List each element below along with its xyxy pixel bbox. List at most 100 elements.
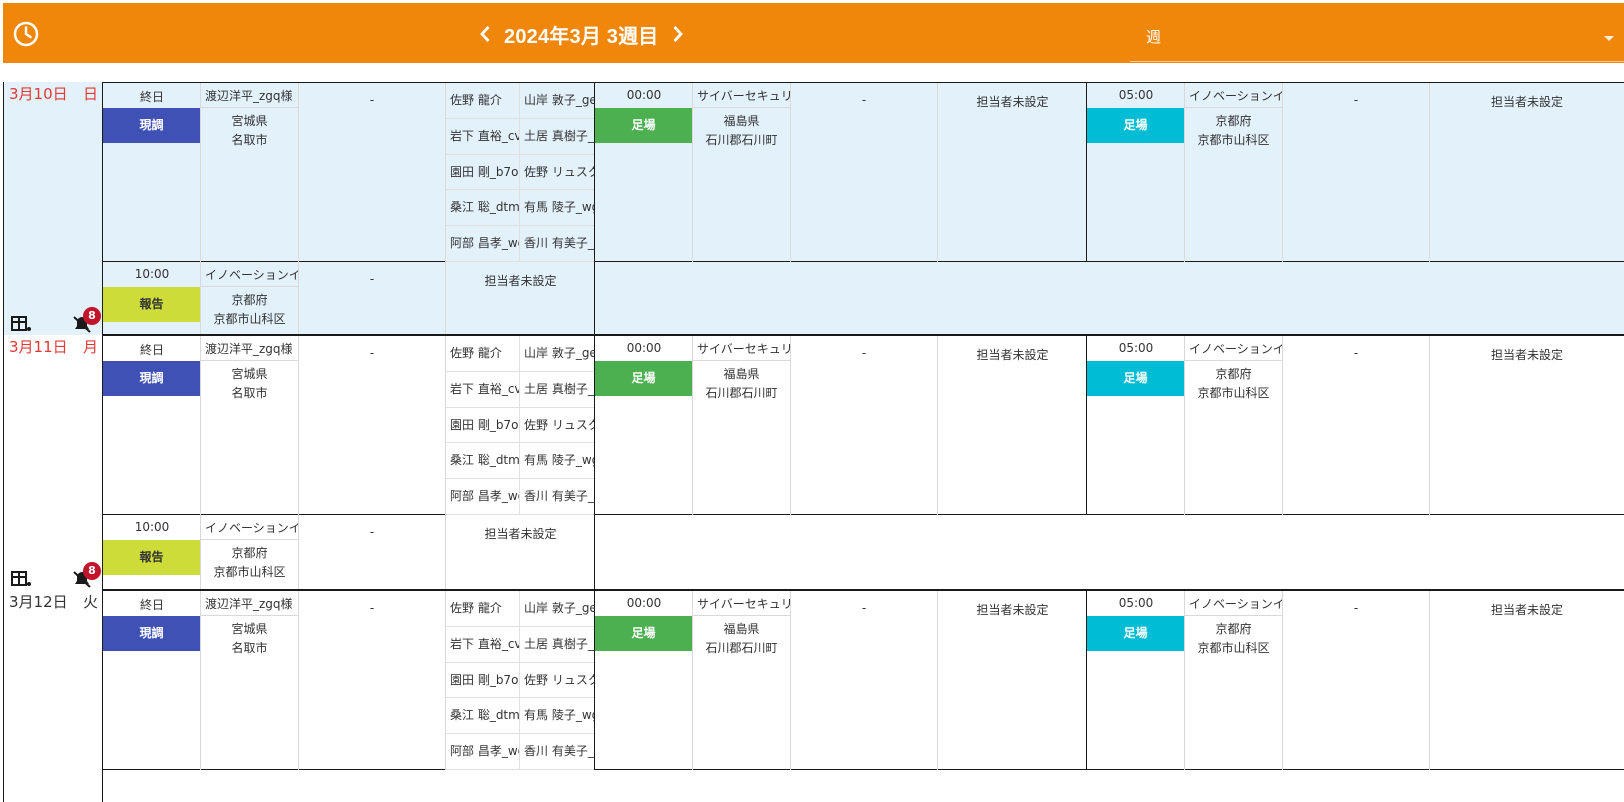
staff-member: 佐野 龍介 [446, 591, 520, 627]
event-category-tag: 報告 [103, 287, 200, 322]
event-city: 名取市 [231, 641, 268, 655]
event-time: 05:00 [1118, 596, 1154, 610]
staff-member: 香川 有美子_ [520, 226, 594, 262]
schedule-event[interactable]: 05:00 足場 イノベーションイ 京都府 京都市山科区 - 担当者未設定 [1087, 83, 1624, 262]
event-customer-name: サイバーセキュリ [693, 591, 791, 616]
event-prefecture: 宮城県 [231, 622, 268, 636]
event-time: 10:00 [134, 267, 170, 281]
event-row: 終日 現調 渡辺洋平_zgq様 宮城県 名取市 - 佐野 龍介 山岸 敦子_ge 岩下 直裕_c… [103, 82, 1624, 262]
event-city: 京都市山科区 [1197, 641, 1270, 655]
staff-member: 有馬 陵子_wg [520, 443, 594, 480]
notification-count-badge[interactable]: 8 [83, 307, 101, 325]
event-time: 00:00 [626, 596, 662, 610]
week-navigation: 2024年3月 3週目 [476, 20, 687, 48]
event-note: - [791, 336, 938, 515]
staff-member: 香川 有美子_ [520, 734, 594, 770]
event-time: 終日 [139, 90, 164, 104]
day-date: 3月12日 [9, 593, 68, 611]
staff-member: 岩下 直裕_cv [446, 118, 520, 155]
schedule-event[interactable]: 終日 現調 渡辺洋平_zgq様 宮城県 名取市 - 佐野 龍介 山岸 敦子_ge 岩下 直裕_c… [103, 591, 595, 770]
event-city: 石川郡石川町 [705, 133, 778, 147]
staff-unassigned: 担当者未設定 [484, 527, 557, 541]
event-prefecture: 京都府 [1215, 367, 1252, 381]
event-time: 05:00 [1118, 88, 1154, 102]
view-mode-select[interactable]: 週 [1130, 14, 1624, 62]
event-address: 福島県 石川郡石川町 [693, 108, 791, 262]
event-prefecture: 京都府 [1215, 622, 1252, 636]
event-city: 名取市 [231, 133, 268, 147]
staff-member: 岩下 直裕_cv [446, 626, 520, 663]
event-note: - [299, 591, 446, 770]
schedule-event[interactable]: 10:00 報告 イノベーションイ 京都府 京都市山科区 - 担当者未設定 [103, 515, 595, 589]
schedule-event[interactable]: 10:00 報告 イノベーションイ 京都府 京都市山科区 - 担当者未設定 [103, 262, 595, 334]
event-prefecture: 宮城県 [231, 114, 268, 128]
event-customer-name: 渡辺洋平_zgq様 [201, 83, 299, 108]
event-time: 00:00 [626, 341, 662, 355]
staff-member: 土居 真樹子_ [520, 119, 594, 155]
week-calendar: 3月10日日 8 終日 現調 渡辺洋平_zgq様 宮城県 名取市 - 佐野 龍介 山岸 敦子_ge… [3, 82, 1624, 802]
app-header: 2024年3月 3週目 週 [3, 3, 1624, 63]
event-row: 終日 現調 渡辺洋平_zgq様 宮城県 名取市 - 佐野 龍介 山岸 敦子_ge 岩下 直裕_c… [103, 590, 1624, 770]
event-category-tag: 報告 [103, 540, 200, 575]
event-address: 京都府 京都市山科区 [201, 287, 299, 334]
schedule-event[interactable]: 終日 現調 渡辺洋平_zgq様 宮城県 名取市 - 佐野 龍介 山岸 敦子_ge 岩下 直裕_c… [103, 83, 595, 262]
event-city: 名取市 [231, 386, 268, 400]
event-category-tag: 足場 [595, 361, 692, 396]
clock-icon[interactable] [12, 20, 40, 48]
staff-unassigned: 担当者未設定 [1490, 603, 1563, 617]
event-row: 終日 現調 渡辺洋平_zgq様 宮城県 名取市 - 佐野 龍介 山岸 敦子_ge 岩下 直裕_c… [103, 335, 1624, 515]
event-city: 京都市山科区 [1197, 386, 1270, 400]
event-city: 京都市山科区 [1197, 133, 1270, 147]
chevron-right-icon[interactable] [669, 23, 687, 45]
dropdown-caret-icon [1604, 36, 1614, 41]
event-note: - [791, 591, 938, 770]
schedule-event[interactable]: 00:00 足場 サイバーセキュリ 福島県 石川郡石川町 - 担当者未設定 [595, 591, 1087, 770]
event-customer-name: イノベーションイ [1185, 591, 1283, 616]
event-time: 10:00 [134, 520, 170, 534]
schedule-event[interactable]: 05:00 足場 イノベーションイ京都府京都市山科区 - 担当者未設定 [1087, 591, 1624, 770]
staff-member: 香川 有美子_ [520, 479, 594, 515]
staff-member: 佐野 リュスク [520, 408, 594, 444]
event-category-tag: 足場 [1087, 616, 1184, 651]
table-view-icon[interactable] [11, 315, 33, 333]
day-label: 3月11日月 8 [3, 335, 103, 590]
event-category-tag: 足場 [1087, 361, 1184, 396]
event-prefecture: 宮城県 [231, 367, 268, 381]
staff-member: 土居 真樹子_ [520, 627, 594, 663]
event-address: 福島県 石川郡石川町 [693, 361, 791, 515]
event-row: 10:00 報告 イノベーションイ 京都府 京都市山科区 - 担当者未設定 [103, 262, 1624, 335]
schedule-event[interactable]: 終日 現調 渡辺洋平_zgq様 宮城県 名取市 - 佐野 龍介 山岸 敦子_ge 岩下 直裕_c… [103, 336, 595, 515]
event-category-tag: 足場 [1087, 108, 1184, 143]
event-address: 京都府 京都市山科区 [1185, 361, 1283, 515]
schedule-event[interactable]: 00:00 足場 サイバーセキュリ 福島県 石川郡石川町 - 担当者未設定 [595, 336, 1087, 515]
event-city: 京都市山科区 [213, 312, 286, 326]
chevron-left-icon[interactable] [476, 23, 494, 45]
event-customer-name: イノベーションイ [201, 515, 299, 540]
event-category-tag: 現調 [103, 361, 200, 396]
event-address: 宮城県 名取市 [201, 108, 299, 262]
event-prefecture: 福島県 [723, 367, 760, 381]
event-address: 京都府 京都市山科区 [1185, 616, 1283, 770]
staff-unassigned: 担当者未設定 [1490, 348, 1563, 362]
schedule-event[interactable]: 05:00 足場 イノベーションイ 京都府 京都市山科区 - 担当者未設定 [1087, 336, 1624, 515]
staff-member: 有馬 陵子_wg [520, 190, 594, 227]
staff-member: 園田 剛_b7o [446, 662, 520, 699]
notification-count-badge[interactable]: 8 [83, 562, 101, 580]
event-address: 宮城県 名取市 [201, 361, 299, 515]
staff-member: 土居 真樹子_ [520, 372, 594, 408]
event-address: 京都府 京都市山科区 [201, 540, 299, 589]
event-category-tag: 足場 [595, 108, 692, 143]
staff-unassigned: 担当者未設定 [976, 348, 1049, 362]
event-time: 終日 [139, 343, 164, 357]
event-note: - [1283, 591, 1430, 770]
staff-member: 岩下 直裕_cv [446, 371, 520, 408]
schedule-event[interactable]: 00:00 足場 サイバーセキュリ 福島県 石川郡石川町 - 担当者未設定 [595, 83, 1087, 262]
event-category-tag: 現調 [103, 108, 200, 143]
event-customer-name: イノベーションイ [201, 262, 299, 287]
table-view-icon[interactable] [11, 570, 33, 588]
day-row: 3月12日火終日 現調 渡辺洋平_zgq様 宮城県 名取市 - 佐野 龍介 山岸 敦子_ge 岩… [3, 590, 1624, 802]
event-customer-name: 渡辺洋平_zgq様 [201, 591, 299, 616]
day-label: 3月12日火 [3, 590, 103, 802]
staff-member: 桑江 聡_dtm [446, 190, 520, 227]
staff-member: 佐野 リュスク [520, 663, 594, 699]
